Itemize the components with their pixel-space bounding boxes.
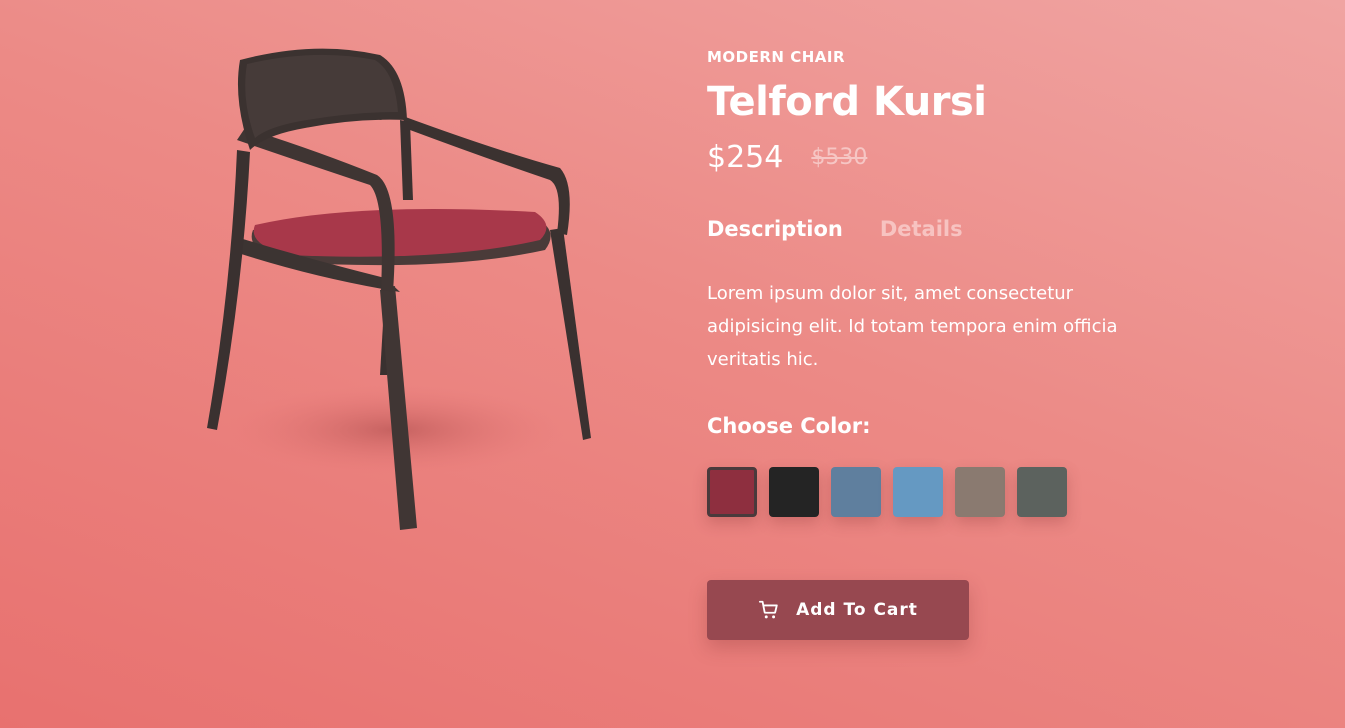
product-info: MODERN CHAIR Telford Kursi $254 $530 Des… bbox=[707, 47, 1127, 640]
product-tabs: Description Details bbox=[707, 217, 963, 241]
color-swatch-blue[interactable] bbox=[893, 467, 943, 517]
cart-icon bbox=[759, 600, 778, 619]
color-swatches bbox=[707, 467, 1079, 517]
color-swatch-red[interactable] bbox=[707, 467, 757, 517]
chair-image bbox=[207, 48, 591, 530]
tab-description[interactable]: Description bbox=[707, 217, 843, 241]
price-row: $254 $530 bbox=[707, 137, 1127, 177]
old-price: $530 bbox=[811, 144, 868, 170]
product-category: MODERN CHAIR bbox=[707, 48, 846, 66]
add-to-cart-label: Add To Cart bbox=[796, 600, 918, 620]
color-swatch-taupe[interactable] bbox=[955, 467, 1005, 517]
product-title: Telford Kursi bbox=[707, 79, 987, 125]
choose-color-label: Choose Color: bbox=[707, 414, 871, 438]
product-description: Lorem ipsum dolor sit, amet consectetur … bbox=[707, 283, 1118, 370]
current-price: $254 bbox=[707, 139, 784, 175]
color-swatch-denim[interactable] bbox=[831, 467, 881, 517]
add-to-cart-button[interactable]: Add To Cart bbox=[707, 580, 969, 640]
tab-details[interactable]: Details bbox=[880, 217, 963, 241]
product-image bbox=[195, 40, 615, 540]
color-swatch-gray[interactable] bbox=[1017, 467, 1067, 517]
color-swatch-black[interactable] bbox=[769, 467, 819, 517]
